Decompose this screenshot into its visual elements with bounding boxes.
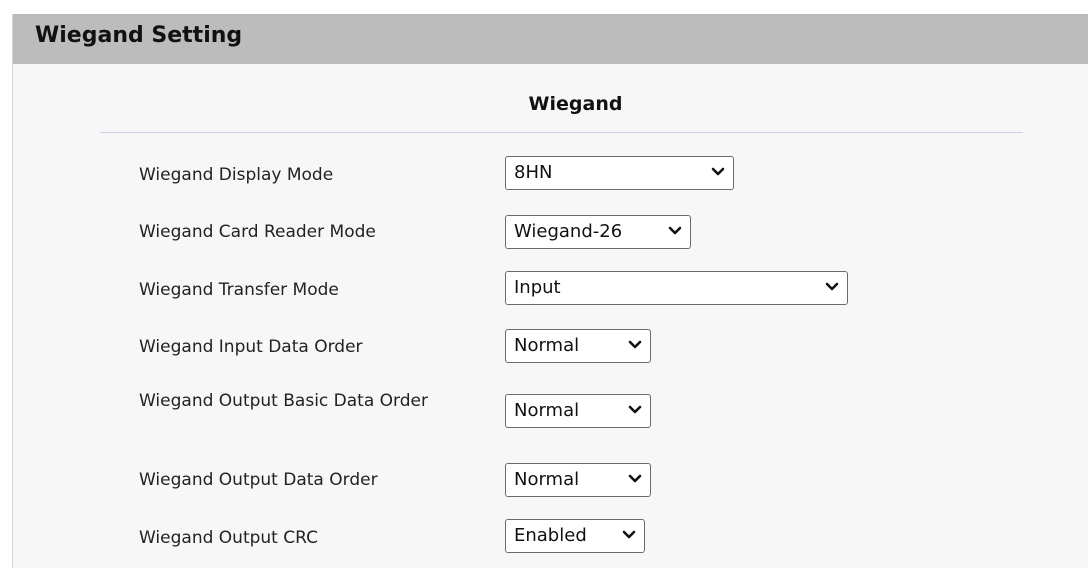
panel-title: Wiegand Setting	[35, 23, 243, 48]
wiegand-input-data-order-label: Wiegand Input Data Order	[139, 337, 363, 357]
wiegand-card-reader-mode-select[interactable]: Wiegand-26	[505, 215, 691, 249]
chevron-down-icon	[711, 167, 725, 177]
panel-header: Wiegand Setting	[13, 14, 1088, 64]
wiegand-output-basic-data-order-label: Wiegand Output Basic Data Order	[139, 391, 428, 411]
wiegand-output-crc-select[interactable]: Enabled	[505, 519, 645, 553]
wiegand-display-mode-select[interactable]: 8HN	[505, 156, 734, 190]
chevron-down-icon	[825, 282, 839, 292]
wiegand-output-crc-value: Enabled	[514, 525, 587, 546]
wiegand-display-mode-value: 8HN	[514, 162, 553, 183]
wiegand-display-mode-label: Wiegand Display Mode	[139, 165, 334, 185]
chevron-down-icon	[628, 405, 642, 415]
chevron-down-icon	[622, 530, 636, 540]
wiegand-card-reader-mode-label: Wiegand Card Reader Mode	[139, 222, 376, 242]
wiegand-output-crc-label: Wiegand Output CRC	[139, 528, 318, 548]
chevron-down-icon	[668, 226, 682, 236]
wiegand-output-basic-data-order-value: Normal	[514, 400, 580, 421]
chevron-down-icon	[628, 340, 642, 350]
wiegand-setting-panel: Wiegand Setting Wiegand Wiegand Display …	[12, 14, 1088, 568]
wiegand-transfer-mode-value: Input	[514, 277, 561, 298]
wiegand-output-data-order-label: Wiegand Output Data Order	[139, 470, 378, 490]
wiegand-output-data-order-value: Normal	[514, 469, 580, 490]
wiegand-transfer-mode-label: Wiegand Transfer Mode	[139, 280, 339, 300]
section-title: Wiegand	[528, 93, 623, 115]
wiegand-transfer-mode-select[interactable]: Input	[505, 271, 848, 305]
chevron-down-icon	[628, 474, 642, 484]
wiegand-card-reader-mode-value: Wiegand-26	[514, 221, 623, 242]
wiegand-input-data-order-select[interactable]: Normal	[505, 329, 651, 363]
wiegand-output-basic-data-order-select[interactable]: Normal	[505, 394, 651, 428]
wiegand-output-data-order-select[interactable]: Normal	[505, 463, 651, 497]
section-divider	[100, 132, 1023, 133]
wiegand-input-data-order-value: Normal	[514, 335, 580, 356]
